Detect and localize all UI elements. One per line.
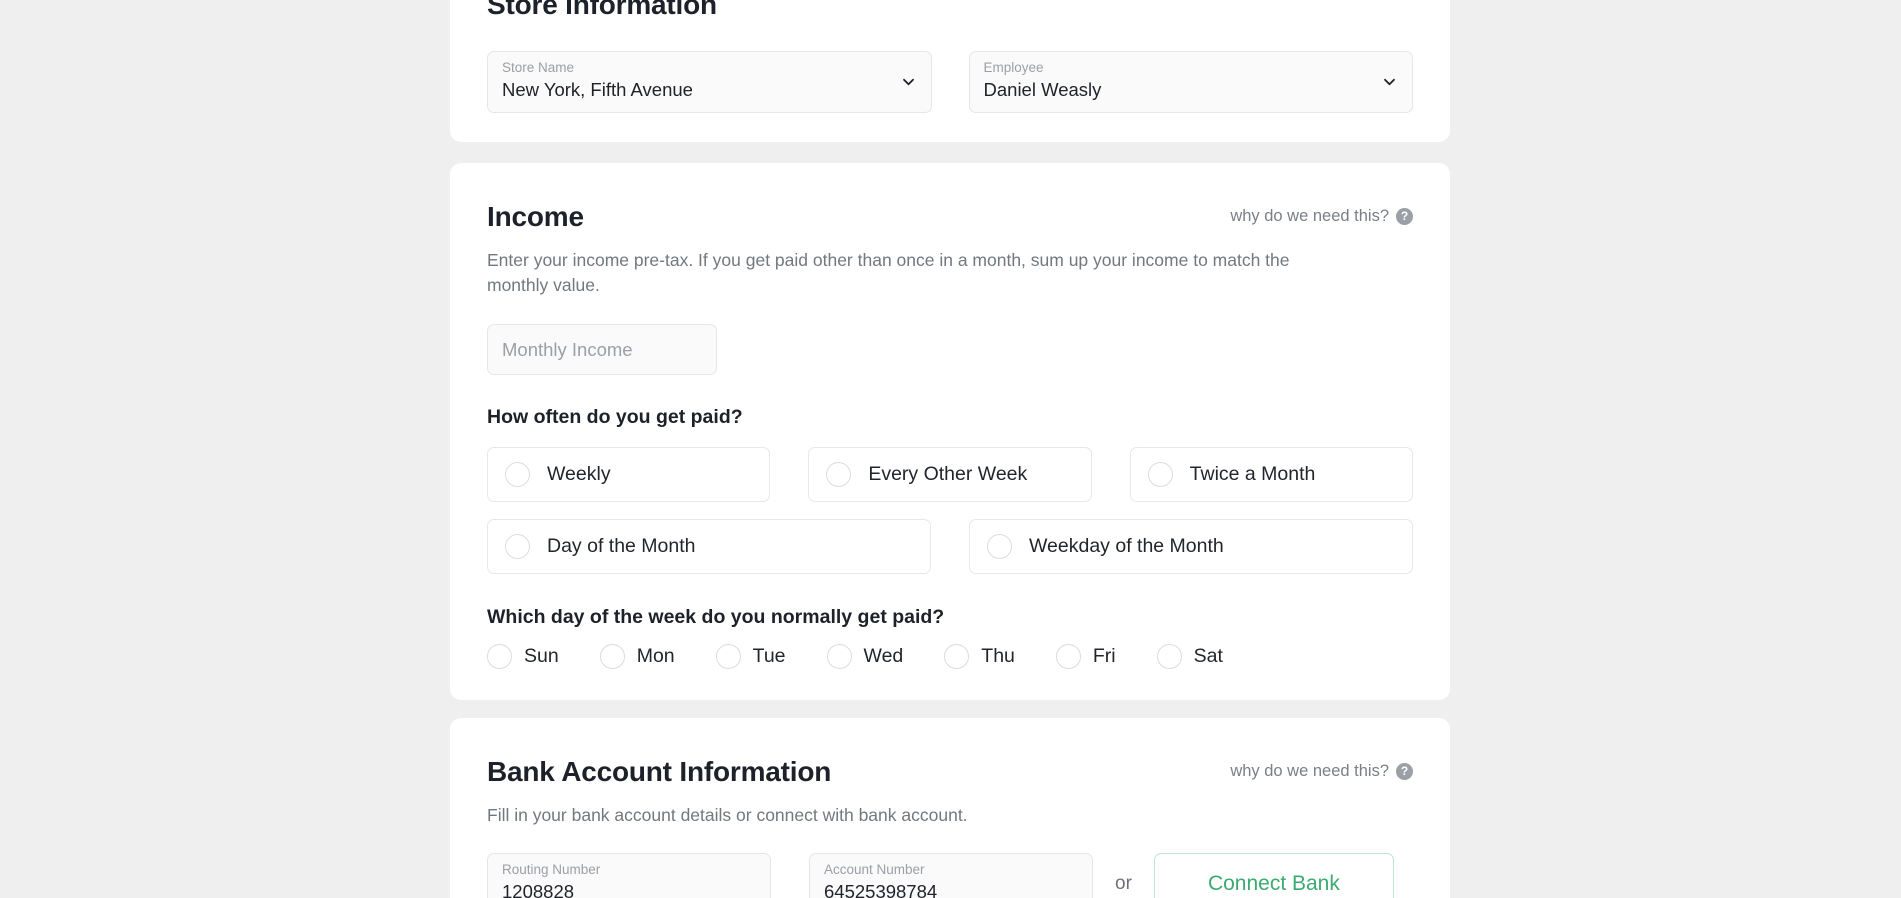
weekday-option-fri[interactable]: Fri (1056, 644, 1116, 669)
help-icon[interactable]: ? (1396, 208, 1413, 225)
weekday-option-thu[interactable]: Thu (944, 644, 1015, 669)
radio-icon[interactable] (987, 534, 1012, 559)
store-name-label: Store Name (502, 60, 917, 76)
weekday-label: Wed (864, 645, 904, 668)
weekday-option-sun[interactable]: Sun (487, 644, 559, 669)
income-why-label: why do we need this? (1230, 207, 1389, 226)
radio-icon[interactable] (487, 644, 512, 669)
store-section-title: Store Information (487, 0, 717, 22)
employee-select[interactable]: Employee Daniel Weasly (969, 51, 1414, 113)
bank-section-header: Bank Account Information why do we need … (487, 755, 1413, 789)
bank-fields-row: Routing Number 1208828 Account Number 64… (487, 853, 1413, 898)
frequency-option-label: Every Other Week (868, 463, 1027, 486)
weekday-question: Which day of the week do you normally ge… (487, 605, 1413, 630)
weekday-label: Tue (753, 645, 786, 668)
weekday-radio-group: Sun Mon Tue Wed Thu (487, 644, 1413, 669)
routing-number-label: Routing Number (502, 862, 756, 878)
radio-icon[interactable] (505, 534, 530, 559)
radio-icon[interactable] (600, 644, 625, 669)
monthly-income-input[interactable] (487, 324, 717, 375)
frequency-option-weekly[interactable]: Weekly (487, 447, 770, 502)
weekday-label: Sun (524, 645, 559, 668)
bank-account-card: Bank Account Information why do we need … (450, 718, 1450, 898)
store-name-select[interactable]: Store Name New York, Fifth Avenue (487, 51, 932, 113)
weekday-option-mon[interactable]: Mon (600, 644, 675, 669)
store-information-card: Store Information Store Name New York, F… (450, 0, 1450, 142)
monthly-income-field-wrap (487, 324, 1413, 375)
frequency-option-label: Twice a Month (1190, 463, 1316, 486)
weekday-option-sat[interactable]: Sat (1157, 644, 1223, 669)
help-icon[interactable]: ? (1396, 763, 1413, 780)
routing-number-field[interactable]: Routing Number 1208828 (487, 853, 771, 898)
bank-section-title: Bank Account Information (487, 755, 831, 789)
frequency-options-row-1: Weekly Every Other Week Twice a Month (487, 447, 1413, 502)
radio-icon[interactable] (827, 644, 852, 669)
income-section-header: Income why do we need this? ? (487, 200, 1413, 234)
frequency-option-label: Day of the Month (547, 535, 696, 558)
radio-icon[interactable] (505, 462, 530, 487)
income-why-link[interactable]: why do we need this? ? (1230, 200, 1413, 226)
weekday-option-tue[interactable]: Tue (716, 644, 786, 669)
employee-label: Employee (984, 60, 1399, 76)
bank-description: Fill in your bank account details or con… (487, 803, 1332, 829)
frequency-option-every-other-week[interactable]: Every Other Week (808, 447, 1091, 502)
employee-value: Daniel Weasly (984, 77, 1399, 103)
account-number-field[interactable]: Account Number 64525398784 (809, 853, 1093, 898)
radio-icon[interactable] (1056, 644, 1081, 669)
frequency-option-twice-a-month[interactable]: Twice a Month (1130, 447, 1413, 502)
store-section-header: Store Information (487, 0, 1413, 22)
routing-number-value: 1208828 (502, 879, 756, 898)
income-section-title: Income (487, 200, 584, 234)
form-page: Store Information Store Name New York, F… (0, 0, 1901, 898)
bank-why-label: why do we need this? (1230, 762, 1389, 781)
frequency-option-label: Weekday of the Month (1029, 535, 1224, 558)
weekday-option-wed[interactable]: Wed (827, 644, 904, 669)
weekday-label: Mon (637, 645, 675, 668)
weekday-label: Thu (981, 645, 1015, 668)
weekday-label: Fri (1093, 645, 1116, 668)
account-number-label: Account Number (824, 862, 1078, 878)
frequency-option-label: Weekly (547, 463, 611, 486)
radio-icon[interactable] (1157, 644, 1182, 669)
frequency-option-weekday-of-the-month[interactable]: Weekday of the Month (969, 519, 1413, 574)
bank-why-link[interactable]: why do we need this? ? (1230, 755, 1413, 781)
radio-icon[interactable] (1148, 462, 1173, 487)
store-fields-row: Store Name New York, Fifth Avenue Employ… (487, 51, 1413, 113)
frequency-options-row-2: Day of the Month Weekday of the Month (487, 519, 1413, 574)
income-description: Enter your income pre-tax. If you get pa… (487, 248, 1332, 299)
income-card: Income why do we need this? ? Enter your… (450, 163, 1450, 700)
account-number-value: 64525398784 (824, 879, 1078, 898)
or-separator: or (1115, 873, 1132, 895)
connect-bank-button[interactable]: Connect Bank (1154, 853, 1394, 898)
store-name-value: New York, Fifth Avenue (502, 77, 917, 103)
radio-icon[interactable] (826, 462, 851, 487)
weekday-label: Sat (1194, 645, 1223, 668)
frequency-option-day-of-the-month[interactable]: Day of the Month (487, 519, 931, 574)
radio-icon[interactable] (944, 644, 969, 669)
radio-icon[interactable] (716, 644, 741, 669)
frequency-question: How often do you get paid? (487, 405, 1413, 430)
